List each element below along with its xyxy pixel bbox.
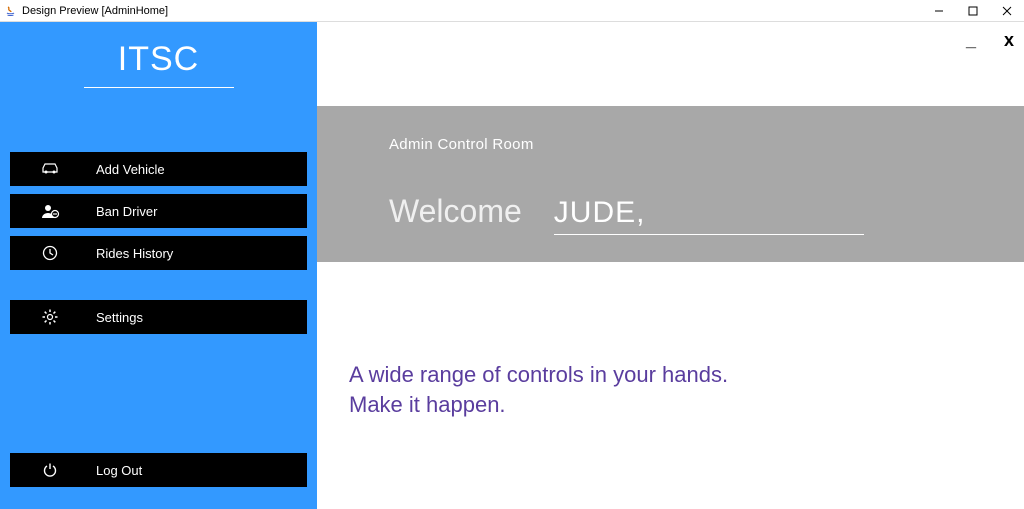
hero-title: Admin Control Room [389, 136, 1024, 153]
sidebar-item-label: Rides History [90, 246, 173, 261]
tagline-line1: A wide range of controls in your hands. [349, 360, 728, 390]
user-ban-icon [10, 203, 90, 219]
window-title: Design Preview [AdminHome] [22, 5, 168, 17]
sidebar-menu: Add Vehicle Ban Driver Rides History Set… [0, 152, 317, 334]
sidebar: ITSC Add Vehicle Ban Driver Rides Histor… [0, 22, 317, 509]
window-titlebar: Design Preview [AdminHome] [0, 0, 1024, 22]
java-icon [4, 4, 18, 18]
main-content: Admin Control Room Welcome JUDE, A wide … [317, 22, 1024, 509]
minimize-button[interactable] [922, 0, 956, 22]
logo-underline [84, 87, 234, 88]
secondary-minimize-button[interactable]: _ [966, 30, 976, 51]
window-close-button[interactable] [990, 0, 1024, 22]
sidebar-item-rides-history[interactable]: Rides History [10, 236, 307, 270]
car-icon [10, 162, 90, 176]
sidebar-item-label: Log Out [90, 463, 142, 478]
window-controls [922, 0, 1024, 22]
welcome-label: Welcome [389, 193, 522, 230]
hero-panel: Admin Control Room Welcome JUDE, [317, 106, 1024, 262]
sidebar-item-label: Ban Driver [90, 204, 157, 219]
gear-icon [10, 309, 90, 325]
sidebar-item-logout[interactable]: Log Out [10, 453, 307, 487]
sidebar-item-settings[interactable]: Settings [10, 300, 307, 334]
maximize-button[interactable] [956, 0, 990, 22]
sidebar-item-label: Add Vehicle [90, 162, 165, 177]
secondary-window-controls: _ x [966, 30, 1014, 51]
power-icon [10, 462, 90, 478]
sidebar-item-add-vehicle[interactable]: Add Vehicle [10, 152, 307, 186]
tagline-line2: Make it happen. [349, 390, 728, 420]
tagline: A wide range of controls in your hands. … [349, 360, 728, 419]
app-logo: ITSC [0, 40, 317, 79]
sidebar-item-label: Settings [90, 310, 143, 325]
welcome-name: JUDE, [554, 196, 864, 235]
clock-icon [10, 245, 90, 261]
secondary-close-button[interactable]: x [1004, 30, 1014, 51]
sidebar-item-ban-driver[interactable]: Ban Driver [10, 194, 307, 228]
